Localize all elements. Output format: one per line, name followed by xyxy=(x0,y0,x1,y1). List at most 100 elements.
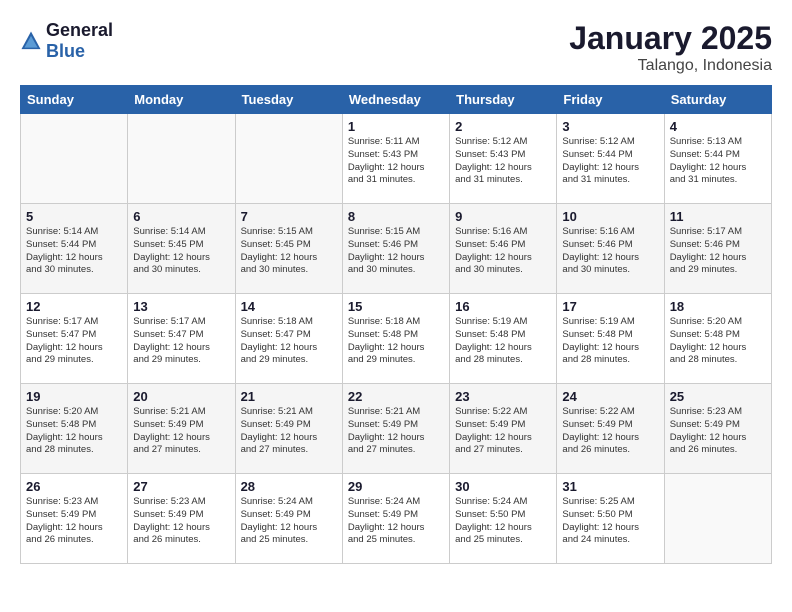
day-info: Sunrise: 5:17 AM Sunset: 5:47 PM Dayligh… xyxy=(26,316,122,367)
day-cell: 23 Sunrise: 5:22 AM Sunset: 5:49 PM Dayli… xyxy=(450,384,557,474)
day-info: Sunrise: 5:23 AM Sunset: 5:49 PM Dayligh… xyxy=(26,496,122,547)
day-cell: 18 Sunrise: 5:20 AM Sunset: 5:48 PM Dayli… xyxy=(664,294,771,384)
day-info: Sunrise: 5:21 AM Sunset: 5:49 PM Dayligh… xyxy=(348,406,444,457)
day-info: Sunrise: 5:19 AM Sunset: 5:48 PM Dayligh… xyxy=(562,316,658,367)
day-number: 22 xyxy=(348,389,444,404)
day-number: 11 xyxy=(670,209,766,224)
day-cell: 13 Sunrise: 5:17 AM Sunset: 5:47 PM Dayli… xyxy=(128,294,235,384)
day-info: Sunrise: 5:13 AM Sunset: 5:44 PM Dayligh… xyxy=(670,136,766,187)
day-cell: 8Sunrise: 5:15 AM Sunset: 5:46 PM Daylig… xyxy=(342,204,449,294)
day-number: 13 xyxy=(133,299,229,314)
logo: General Blue xyxy=(20,20,113,62)
day-cell: 28Sunrise: 5:24 AM Sunset: 5:49 PM Dayli… xyxy=(235,474,342,564)
day-cell: 9 Sunrise: 5:16 AM Sunset: 5:46 PM Daylig… xyxy=(450,204,557,294)
weekday-header-saturday: Saturday xyxy=(664,86,771,114)
day-number: 14 xyxy=(241,299,337,314)
day-number: 18 xyxy=(670,299,766,314)
day-number: 23 xyxy=(455,389,551,404)
day-number: 6 xyxy=(133,209,229,224)
day-number: 24 xyxy=(562,389,658,404)
day-number: 25 xyxy=(670,389,766,404)
weekday-header-sunday: Sunday xyxy=(21,86,128,114)
day-info: Sunrise: 5:20 AM Sunset: 5:48 PM Dayligh… xyxy=(670,316,766,367)
day-number: 19 xyxy=(26,389,122,404)
day-cell: 3Sunrise: 5:12 AM Sunset: 5:44 PM Daylig… xyxy=(557,114,664,204)
day-info: Sunrise: 5:15 AM Sunset: 5:46 PM Dayligh… xyxy=(348,226,444,277)
day-info: Sunrise: 5:22 AM Sunset: 5:49 PM Dayligh… xyxy=(455,406,551,457)
weekday-header-monday: Monday xyxy=(128,86,235,114)
day-info: Sunrise: 5:20 AM Sunset: 5:48 PM Dayligh… xyxy=(26,406,122,457)
logo-icon xyxy=(20,30,42,52)
weekday-header-thursday: Thursday xyxy=(450,86,557,114)
day-info: Sunrise: 5:11 AM Sunset: 5:43 PM Dayligh… xyxy=(348,136,444,187)
day-cell: 5 Sunrise: 5:14 AM Sunset: 5:44 PM Daylig… xyxy=(21,204,128,294)
weekday-header-friday: Friday xyxy=(557,86,664,114)
day-cell: 30Sunrise: 5:24 AM Sunset: 5:50 PM Dayli… xyxy=(450,474,557,564)
day-cell xyxy=(21,114,128,204)
day-cell: 27Sunrise: 5:23 AM Sunset: 5:49 PM Dayli… xyxy=(128,474,235,564)
day-info: Sunrise: 5:22 AM Sunset: 5:49 PM Dayligh… xyxy=(562,406,658,457)
day-number: 17 xyxy=(562,299,658,314)
week-row-5: 26 Sunrise: 5:23 AM Sunset: 5:49 PM Dayli… xyxy=(21,474,772,564)
day-number: 10 xyxy=(562,209,658,224)
day-number: 3 xyxy=(562,119,658,134)
day-info: Sunrise: 5:12 AM Sunset: 5:43 PM Dayligh… xyxy=(455,136,551,187)
day-cell: 15 Sunrise: 5:18 AM Sunset: 5:48 PM Dayli… xyxy=(342,294,449,384)
day-cell: 6 Sunrise: 5:14 AM Sunset: 5:45 PM Daylig… xyxy=(128,204,235,294)
day-info: Sunrise: 5:18 AM Sunset: 5:47 PM Dayligh… xyxy=(241,316,337,367)
day-number: 29 xyxy=(348,479,444,494)
day-number: 1 xyxy=(348,119,444,134)
day-cell: 25 Sunrise: 5:23 AM Sunset: 5:49 PM Dayli… xyxy=(664,384,771,474)
calendar-header: General Blue January 2025 Talango, Indon… xyxy=(20,20,772,75)
day-cell: 12 Sunrise: 5:17 AM Sunset: 5:47 PM Dayli… xyxy=(21,294,128,384)
week-row-4: 19 Sunrise: 5:20 AM Sunset: 5:48 PM Dayli… xyxy=(21,384,772,474)
day-info: Sunrise: 5:24 AM Sunset: 5:49 PM Dayligh… xyxy=(241,496,337,547)
day-number: 7 xyxy=(241,209,337,224)
day-cell: 10Sunrise: 5:16 AM Sunset: 5:46 PM Dayli… xyxy=(557,204,664,294)
day-info: Sunrise: 5:24 AM Sunset: 5:50 PM Dayligh… xyxy=(455,496,551,547)
day-cell: 4 Sunrise: 5:13 AM Sunset: 5:44 PM Daylig… xyxy=(664,114,771,204)
weekday-header-row: SundayMondayTuesdayWednesdayThursdayFrid… xyxy=(21,86,772,114)
day-number: 27 xyxy=(133,479,229,494)
logo-blue-text: Blue xyxy=(46,41,85,61)
day-number: 20 xyxy=(133,389,229,404)
day-cell: 20 Sunrise: 5:21 AM Sunset: 5:49 PM Dayli… xyxy=(128,384,235,474)
day-cell xyxy=(128,114,235,204)
day-number: 9 xyxy=(455,209,551,224)
day-cell: 24 Sunrise: 5:22 AM Sunset: 5:49 PM Dayli… xyxy=(557,384,664,474)
day-number: 2 xyxy=(455,119,551,134)
day-info: Sunrise: 5:23 AM Sunset: 5:49 PM Dayligh… xyxy=(670,406,766,457)
day-info: Sunrise: 5:21 AM Sunset: 5:49 PM Dayligh… xyxy=(241,406,337,457)
week-row-3: 12 Sunrise: 5:17 AM Sunset: 5:47 PM Dayli… xyxy=(21,294,772,384)
calendar-table: SundayMondayTuesdayWednesdayThursdayFrid… xyxy=(20,85,772,564)
day-info: Sunrise: 5:25 AM Sunset: 5:50 PM Dayligh… xyxy=(562,496,658,547)
day-cell: 29Sunrise: 5:24 AM Sunset: 5:49 PM Dayli… xyxy=(342,474,449,564)
day-cell: 1 Sunrise: 5:11 AM Sunset: 5:43 PM Daylig… xyxy=(342,114,449,204)
day-number: 4 xyxy=(670,119,766,134)
day-info: Sunrise: 5:14 AM Sunset: 5:45 PM Dayligh… xyxy=(133,226,229,277)
day-info: Sunrise: 5:21 AM Sunset: 5:49 PM Dayligh… xyxy=(133,406,229,457)
day-number: 21 xyxy=(241,389,337,404)
day-info: Sunrise: 5:14 AM Sunset: 5:44 PM Dayligh… xyxy=(26,226,122,277)
day-info: Sunrise: 5:15 AM Sunset: 5:45 PM Dayligh… xyxy=(241,226,337,277)
day-number: 26 xyxy=(26,479,122,494)
day-number: 5 xyxy=(26,209,122,224)
day-cell: 11Sunrise: 5:17 AM Sunset: 5:46 PM Dayli… xyxy=(664,204,771,294)
day-number: 15 xyxy=(348,299,444,314)
week-row-2: 5 Sunrise: 5:14 AM Sunset: 5:44 PM Daylig… xyxy=(21,204,772,294)
day-number: 16 xyxy=(455,299,551,314)
day-info: Sunrise: 5:16 AM Sunset: 5:46 PM Dayligh… xyxy=(455,226,551,277)
day-cell: 22 Sunrise: 5:21 AM Sunset: 5:49 PM Dayli… xyxy=(342,384,449,474)
day-info: Sunrise: 5:17 AM Sunset: 5:47 PM Dayligh… xyxy=(133,316,229,367)
day-number: 31 xyxy=(562,479,658,494)
day-number: 12 xyxy=(26,299,122,314)
day-cell: 31 Sunrise: 5:25 AM Sunset: 5:50 PM Dayli… xyxy=(557,474,664,564)
day-cell: 7 Sunrise: 5:15 AM Sunset: 5:45 PM Daylig… xyxy=(235,204,342,294)
day-info: Sunrise: 5:18 AM Sunset: 5:48 PM Dayligh… xyxy=(348,316,444,367)
day-cell xyxy=(664,474,771,564)
calendar-subtitle: Talango, Indonesia xyxy=(569,57,772,75)
day-cell: 14 Sunrise: 5:18 AM Sunset: 5:47 PM Dayli… xyxy=(235,294,342,384)
title-block: January 2025 Talango, Indonesia xyxy=(569,20,772,75)
day-info: Sunrise: 5:19 AM Sunset: 5:48 PM Dayligh… xyxy=(455,316,551,367)
day-cell xyxy=(235,114,342,204)
